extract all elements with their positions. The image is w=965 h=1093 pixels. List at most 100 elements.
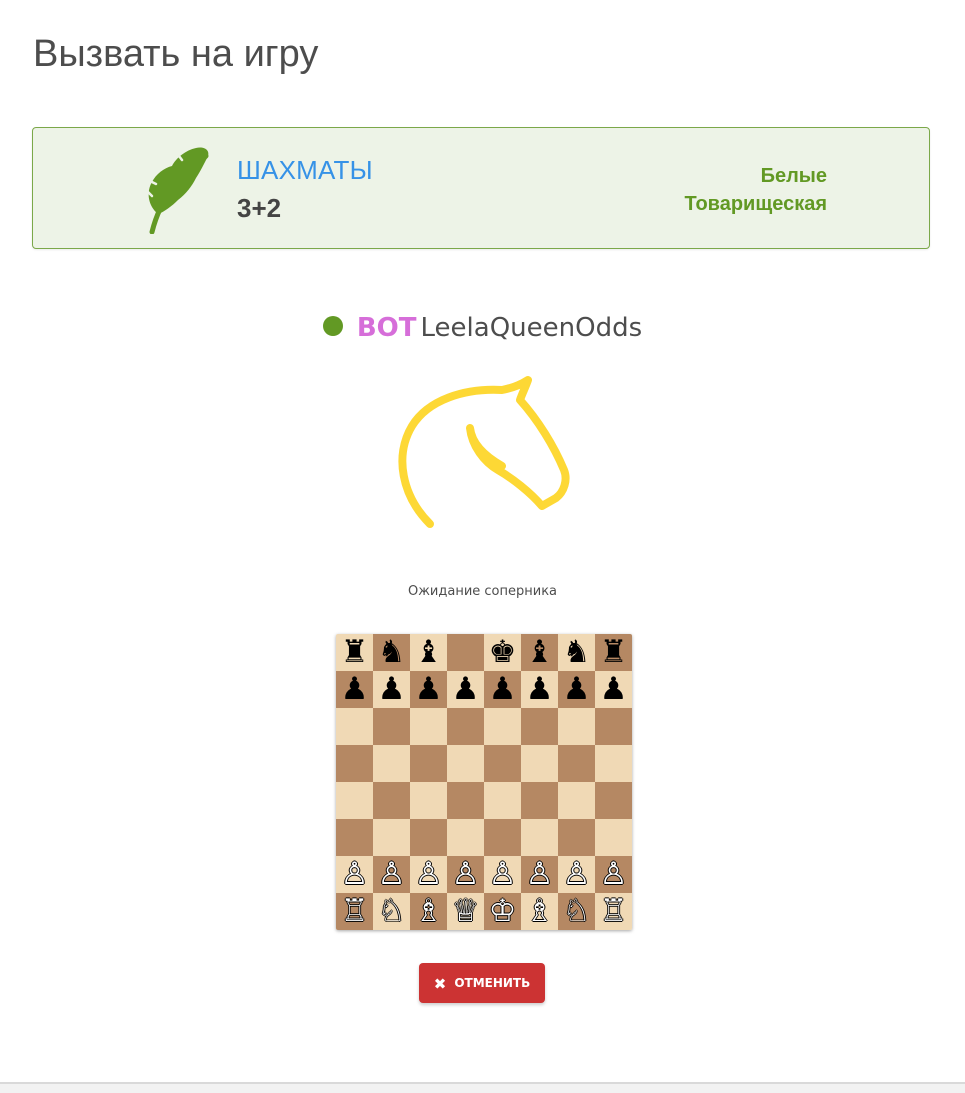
board-square (558, 708, 595, 745)
board-square: ♖ (595, 893, 632, 930)
chess-piece: ♙ (451, 856, 480, 892)
time-control: 3+2 (237, 193, 282, 223)
board-square: ♟ (336, 671, 373, 708)
chess-piece: ♙ (377, 856, 406, 892)
chess-piece: ♗ (414, 893, 443, 929)
cancel-button[interactable]: ✖ ОТМЕНИТЬ (419, 963, 545, 1003)
board-square (595, 708, 632, 745)
board-square (410, 782, 447, 819)
board-square: ♙ (373, 856, 410, 893)
board-square (558, 819, 595, 856)
cancel-button-label: ОТМЕНИТЬ (454, 976, 531, 990)
board-square (484, 782, 521, 819)
color-label: Белые (760, 165, 827, 187)
board-square: ♟ (410, 671, 447, 708)
board-square: ♝ (410, 634, 447, 671)
board-square: ♜ (336, 634, 373, 671)
opponent-name: LeelaQueenOdds (420, 313, 643, 343)
chess-piece: ♟ (340, 671, 369, 707)
board-square (447, 819, 484, 856)
board-square (484, 708, 521, 745)
board-square: ♙ (558, 856, 595, 893)
board-square: ♙ (484, 856, 521, 893)
chess-piece: ♝ (414, 634, 443, 670)
board-square: ♖ (336, 893, 373, 930)
board-square: ♞ (373, 634, 410, 671)
board-square: ♟ (521, 671, 558, 708)
chess-piece: ♕ (451, 893, 480, 929)
board-square: ♟ (373, 671, 410, 708)
board-square (447, 708, 484, 745)
board-square: ♞ (558, 634, 595, 671)
chess-piece: ♙ (562, 856, 591, 892)
board-square: ♚ (484, 634, 521, 671)
board-square (521, 782, 558, 819)
chess-piece: ♞ (377, 634, 406, 670)
board-square: ♘ (373, 893, 410, 930)
board-square (373, 782, 410, 819)
bot-title-badge: BOT (356, 313, 417, 343)
board-square (447, 745, 484, 782)
chess-piece: ♙ (414, 856, 443, 892)
board-square: ♙ (336, 856, 373, 893)
chess-piece: ♝ (525, 634, 554, 670)
board-square: ♟ (484, 671, 521, 708)
board-square (336, 708, 373, 745)
chess-piece: ♔ (488, 893, 517, 929)
board-square (373, 745, 410, 782)
board-square: ♟ (595, 671, 632, 708)
board-square (447, 782, 484, 819)
chess-piece: ♟ (377, 671, 406, 707)
chess-piece: ♜ (599, 634, 628, 670)
board-square (484, 819, 521, 856)
board-square (336, 819, 373, 856)
game-info: Белые Товарищеская (685, 162, 828, 218)
board-square (521, 819, 558, 856)
waiting-status-text: Ожидание соперника (407, 584, 558, 599)
board-square: ♙ (447, 856, 484, 893)
knight-spinner-icon (398, 376, 570, 528)
board-square: ♙ (595, 856, 632, 893)
board-square: ♔ (484, 893, 521, 930)
chess-piece: ♟ (562, 671, 591, 707)
page-bottom-edge (0, 1082, 965, 1093)
board-square (373, 708, 410, 745)
board-square (558, 782, 595, 819)
chess-piece: ♟ (599, 671, 628, 707)
board-square (410, 745, 447, 782)
chess-piece: ♟ (451, 671, 480, 707)
board-square: ♙ (410, 856, 447, 893)
chess-piece: ♟ (414, 671, 443, 707)
board-square (595, 745, 632, 782)
board-square (484, 745, 521, 782)
mode-label: Товарищеская (684, 193, 828, 215)
page-title: Вызвать на игру (33, 33, 319, 75)
board-square: ♕ (447, 893, 484, 930)
board-square (336, 745, 373, 782)
board-square: ♜ (595, 634, 632, 671)
board-square (373, 819, 410, 856)
board-square (336, 782, 373, 819)
board-square: ♙ (521, 856, 558, 893)
chess-piece: ♘ (562, 893, 591, 929)
board-square (558, 745, 595, 782)
chess-piece: ♜ (340, 634, 369, 670)
chess-piece: ♙ (525, 856, 554, 892)
close-icon: ✖ (433, 975, 447, 993)
chess-piece: ♘ (377, 893, 406, 929)
chess-piece: ♙ (340, 856, 369, 892)
board-square: ♗ (521, 893, 558, 930)
feather-icon (144, 147, 209, 234)
board-square (521, 708, 558, 745)
board-square: ♗ (410, 893, 447, 930)
chess-piece: ♟ (525, 671, 554, 707)
board-square (595, 782, 632, 819)
board-square: ♟ (447, 671, 484, 708)
chess-piece: ♗ (525, 893, 554, 929)
opponent-user-link[interactable]: BOT LeelaQueenOdds (0, 308, 965, 348)
chess-piece: ♚ (488, 634, 517, 670)
chess-piece: ♖ (599, 893, 628, 929)
board-square: ♘ (558, 893, 595, 930)
chess-piece: ♞ (562, 634, 591, 670)
chess-piece: ♙ (599, 856, 628, 892)
